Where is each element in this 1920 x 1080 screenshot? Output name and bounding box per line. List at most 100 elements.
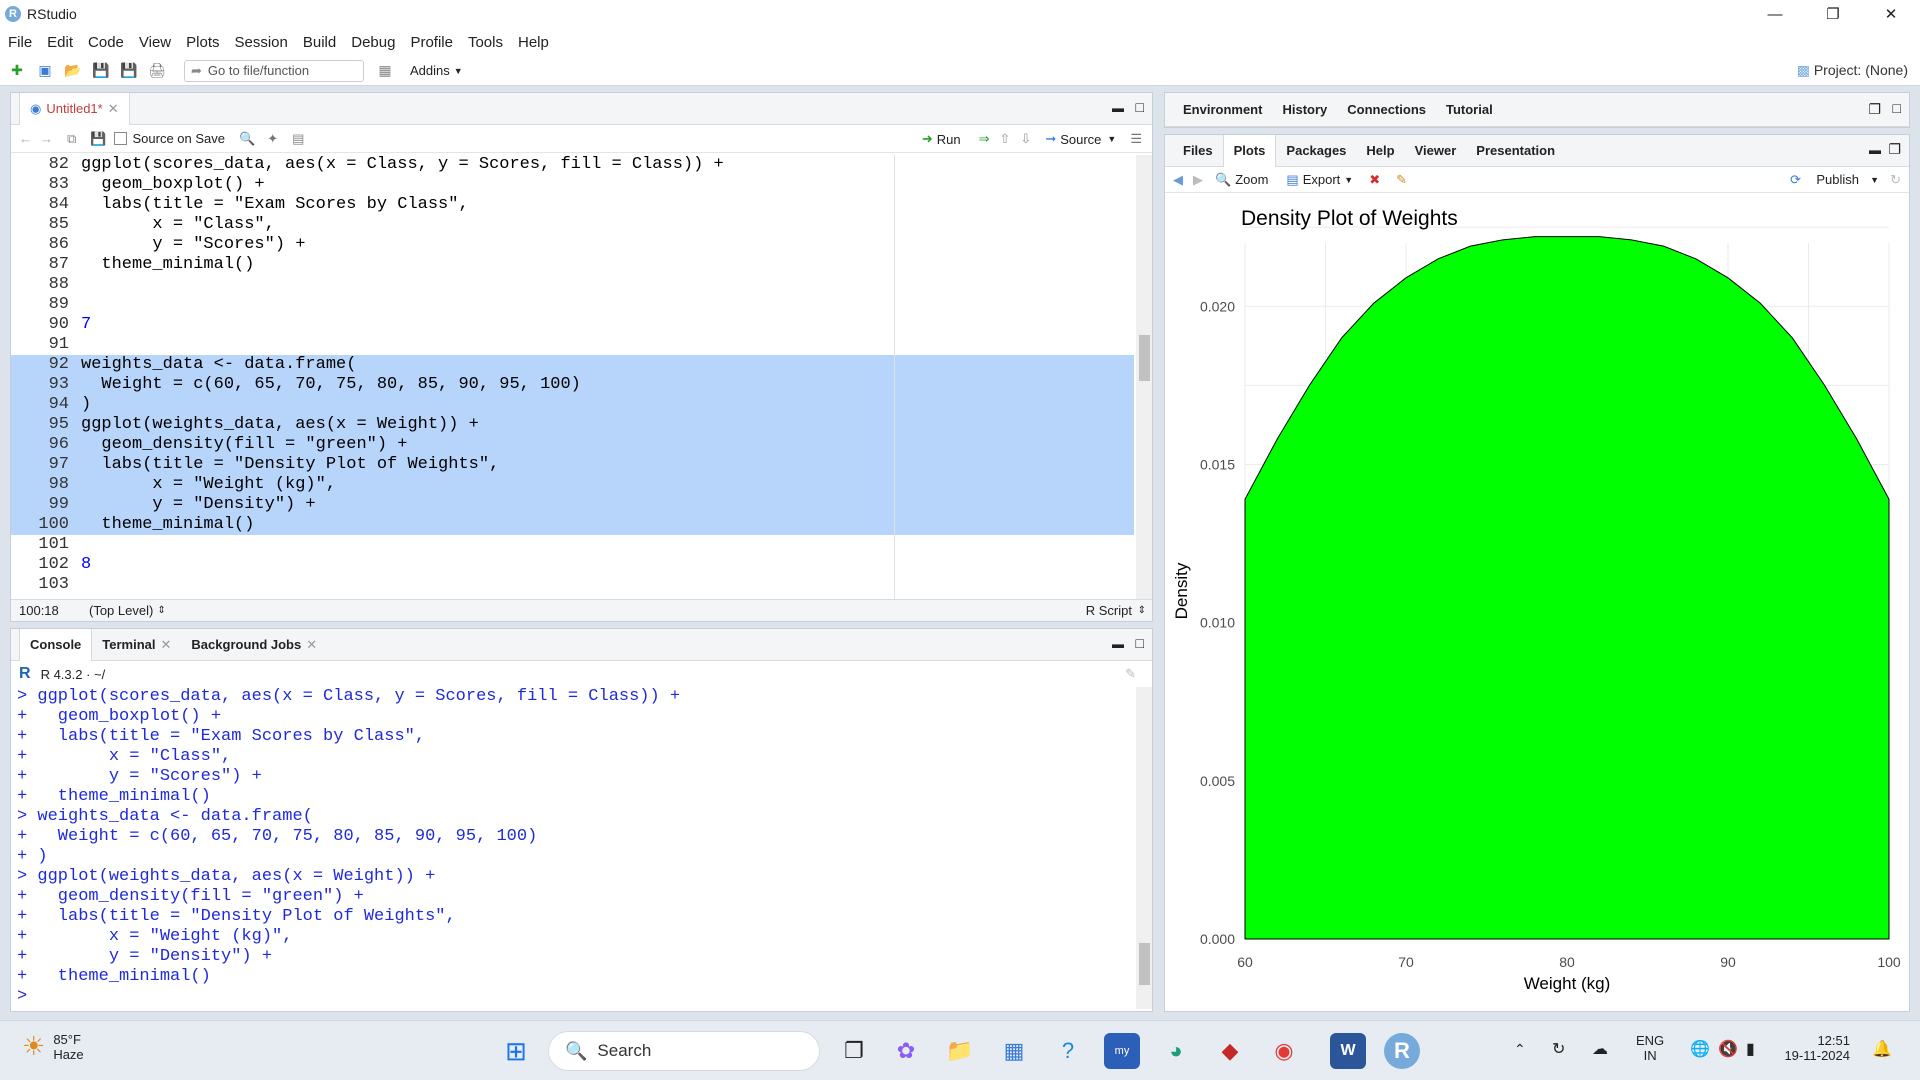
save-icon[interactable]: 💾 [90, 61, 112, 81]
code-line[interactable]: 89 [11, 295, 1134, 315]
language-indicator[interactable]: ENG IN [1636, 1033, 1664, 1063]
menu-code[interactable]: Code [88, 34, 124, 51]
network-icon[interactable]: 🌐 [1690, 1039, 1710, 1059]
code-line[interactable]: 103 [11, 575, 1134, 595]
grid-layout-icon[interactable]: ▦ [374, 61, 396, 81]
task-view-icon[interactable]: ❐ [836, 1033, 872, 1069]
magic-wand-icon[interactable]: ✦ [267, 131, 278, 147]
goto-file-input[interactable]: ➦ Go to file/function [184, 59, 364, 82]
clock[interactable]: 12:51 19-11-2024 [1780, 1033, 1850, 1063]
up-arrow-icon[interactable]: ⇧ [1000, 131, 1011, 147]
minimize-button[interactable]: — [1746, 0, 1804, 28]
code-line[interactable]: 92 weights_data <- data.frame( [11, 355, 1134, 375]
search-icon[interactable]: 🔍 [239, 131, 255, 147]
code-line[interactable]: 98 x = "Weight (kg)", [11, 475, 1134, 495]
code-line[interactable]: 86 y = "Scores") + [11, 235, 1134, 255]
compile-report-icon[interactable]: ▤ [292, 131, 304, 147]
open-folder-icon[interactable]: 📂 [62, 61, 84, 81]
close-terminal-icon[interactable]: ✕ [161, 637, 172, 653]
scope-selector[interactable]: (Top Level) [89, 603, 153, 618]
code-line[interactable]: 84 labs(title = "Exam Scores by Class", [11, 195, 1134, 215]
close-button[interactable]: ✕ [1862, 0, 1920, 28]
back-arrow-icon[interactable]: ← [19, 131, 32, 146]
minimize-console-icon[interactable]: ▬ [1112, 637, 1124, 651]
source-on-save-checkbox[interactable] [114, 132, 128, 145]
run-button[interactable]: Run [937, 132, 961, 147]
menu-edit[interactable]: Edit [47, 34, 73, 51]
close-jobs-icon[interactable]: ✕ [306, 637, 317, 653]
menu-help[interactable]: Help [518, 34, 549, 51]
maximize-pane-icon[interactable]: □ [1136, 99, 1144, 115]
forward-arrow-icon[interactable]: → [40, 131, 53, 146]
chrome-icon[interactable]: ◉ [1266, 1033, 1302, 1069]
code-line[interactable]: 85 x = "Class", [11, 215, 1134, 235]
cloud-off-icon[interactable]: ☁ [1592, 1039, 1608, 1059]
code-line[interactable]: 97 labs(title = "Density Plot of Weights… [11, 455, 1134, 475]
clear-console-icon[interactable]: ✎ [1125, 666, 1136, 682]
code-line[interactable]: 93 Weight = c(60, 65, 70, 75, 80, 85, 90… [11, 375, 1134, 395]
code-line[interactable]: 101 [11, 535, 1134, 555]
battery-icon[interactable]: ▮ [1746, 1039, 1755, 1059]
code-line[interactable]: 83 geom_boxplot() + [11, 175, 1134, 195]
tab-console[interactable]: Console [19, 628, 93, 661]
tab-terminal[interactable]: Terminal ✕ [92, 629, 181, 661]
export-button[interactable]: Export [1303, 172, 1341, 187]
show-in-window-icon[interactable]: ⧉ [67, 131, 76, 147]
editor-scroll-thumb[interactable] [1139, 335, 1150, 381]
menu-plots[interactable]: Plots [186, 34, 219, 51]
restore-plots-icon[interactable]: ❐ [1888, 141, 1901, 158]
plot-forward-icon[interactable]: ▶ [1193, 172, 1203, 188]
code-line[interactable]: 82 ggplot(scores_data, aes(x = Class, y =… [11, 155, 1134, 175]
file-type-selector[interactable]: R Script [1086, 603, 1132, 618]
code-editor[interactable]: 82 ggplot(scores_data, aes(x = Class, y =… [11, 155, 1134, 599]
plot-back-icon[interactable]: ◀ [1173, 172, 1183, 188]
tab-connections[interactable]: Connections [1337, 94, 1436, 126]
export-dropdown-icon[interactable]: ▼ [1344, 175, 1353, 185]
down-arrow-icon[interactable]: ⇩ [1020, 131, 1031, 147]
tab-history[interactable]: History [1272, 94, 1337, 126]
antivirus-icon[interactable]: ◆ [1212, 1033, 1248, 1069]
code-line[interactable]: 99 y = "Density") + [11, 495, 1134, 515]
menu-profile[interactable]: Profile [410, 34, 453, 51]
menu-view[interactable]: View [139, 34, 171, 51]
close-tab-icon[interactable]: ✕ [108, 101, 119, 117]
save-doc-icon[interactable]: 💾 [90, 131, 106, 147]
weather-widget[interactable]: ☀ 85°F Haze [22, 1031, 84, 1062]
clear-plots-icon[interactable]: ✎ [1396, 172, 1407, 188]
new-file-icon[interactable]: ✚ [6, 61, 28, 81]
save-all-icon[interactable]: 💾 [118, 61, 140, 81]
code-line[interactable]: 102 8 [11, 555, 1134, 575]
notification-bell-icon[interactable]: 🔔 [1872, 1039, 1892, 1059]
tab-plots[interactable]: Plots [1222, 134, 1277, 167]
outline-icon[interactable]: ☰ [1130, 131, 1142, 147]
menu-file[interactable]: File [8, 34, 32, 51]
restore-env-icon[interactable]: ❐ [1868, 101, 1881, 118]
tab-tutorial[interactable]: Tutorial [1436, 94, 1503, 126]
console-scrollbar[interactable] [1136, 687, 1152, 1009]
menu-session[interactable]: Session [235, 34, 288, 51]
tab-packages[interactable]: Packages [1276, 135, 1356, 167]
tab-environment[interactable]: Environment [1173, 94, 1272, 126]
tray-chevron-icon[interactable]: ⌃ [1514, 1041, 1526, 1058]
tab-presentation[interactable]: Presentation [1466, 135, 1565, 167]
source-dropdown-icon[interactable]: ▼ [1107, 134, 1116, 144]
addins-menu[interactable]: Addins [410, 63, 450, 78]
tab-viewer[interactable]: Viewer [1405, 135, 1467, 167]
help-app-icon[interactable]: ? [1050, 1033, 1086, 1069]
menu-debug[interactable]: Debug [351, 34, 395, 51]
maximize-env-icon[interactable]: □ [1893, 100, 1901, 116]
code-line[interactable]: 91 [11, 335, 1134, 355]
code-line[interactable]: 94) [11, 395, 1134, 415]
sync-icon[interactable]: ↻ [1552, 1039, 1565, 1059]
minimize-pane-icon[interactable]: ▬ [1112, 101, 1124, 115]
edge-icon[interactable]: ◕ [1158, 1033, 1194, 1069]
print-icon[interactable]: 🖨 [146, 61, 168, 81]
publish-dropdown-icon[interactable]: ▼ [1870, 175, 1879, 185]
editor-scrollbar[interactable] [1136, 155, 1152, 599]
mylp-app-icon[interactable]: my [1104, 1033, 1140, 1069]
code-line[interactable]: 90 7 [11, 315, 1134, 335]
remove-plot-icon[interactable]: ✖ [1369, 172, 1380, 188]
console-scroll-thumb[interactable] [1139, 943, 1150, 985]
volume-muted-icon[interactable]: 🔇 [1718, 1039, 1738, 1059]
rerun-icon[interactable]: ⇒ [979, 131, 990, 147]
